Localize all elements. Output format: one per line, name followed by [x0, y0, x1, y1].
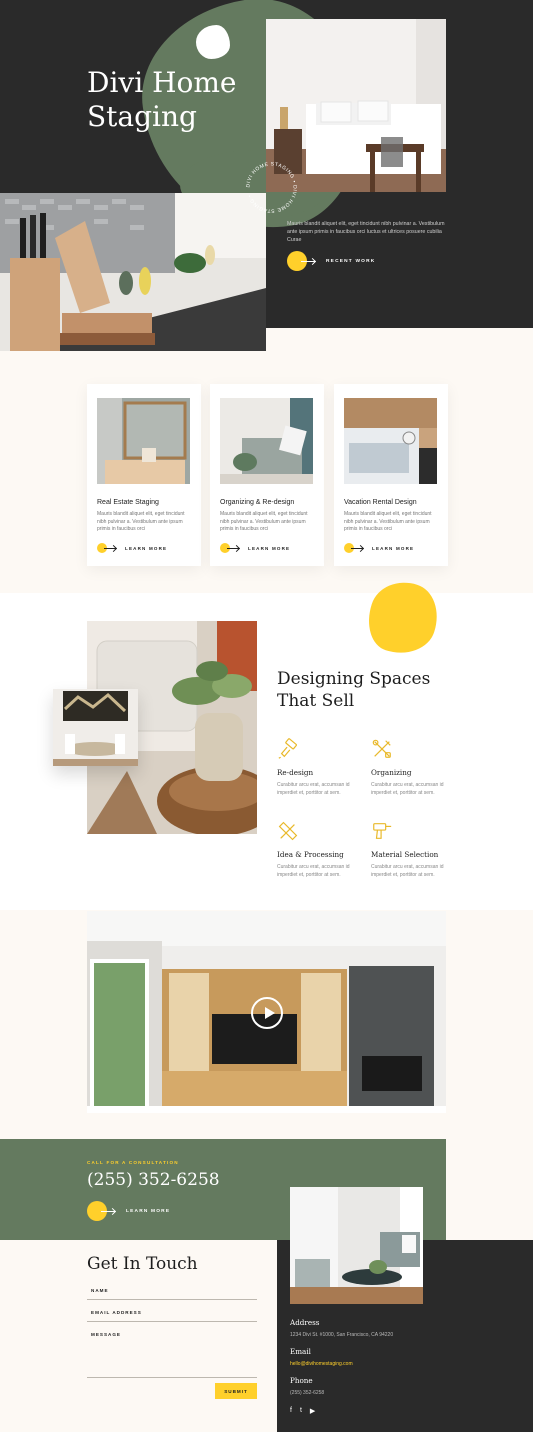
feature-title: Idea & Processing [277, 850, 344, 859]
feature-material-selection: Material Selection Curabitur arcu erat, … [371, 820, 461, 879]
feature-redesign: Re-design Curabitur arcu erat, accumsan … [277, 738, 367, 797]
feature-title: Material Selection [371, 850, 439, 859]
hero-title: Divi Home Staging [87, 66, 237, 133]
learn-more-label: LEARN MORE [126, 1208, 171, 1214]
service-card-organizing: Organizing & Re-design Mauris blandit al… [210, 384, 324, 566]
vacation-rental-image [344, 398, 437, 484]
address-label: Address [290, 1318, 320, 1327]
feature-text: Curabitur arcu erat, accumsan id imperdi… [277, 864, 350, 878]
social-links: f t ▶ [290, 1407, 315, 1415]
name-field[interactable]: NAME [87, 1285, 257, 1300]
service-title: Vacation Rental Design [344, 499, 417, 506]
email-link[interactable]: hello@divihomestaging.com [290, 1361, 353, 1367]
learn-more-button[interactable]: LEARN MORE [97, 543, 167, 553]
hero-paragraph: Mauris blandit aliquet elit, eget tincid… [287, 221, 445, 243]
organizing-image [220, 398, 313, 484]
recent-work-label: RECENT WORK [326, 258, 376, 264]
arrow-right-icon [101, 1210, 115, 1212]
service-text: Mauris blandit aliquet elit, eget tincid… [97, 511, 185, 532]
phone-value: (255) 352-6258 [290, 1390, 325, 1396]
consultation-learn-more-button[interactable]: LEARN MORE [87, 1201, 170, 1221]
learn-more-button[interactable]: LEARN MORE [220, 543, 290, 553]
arrow-right-icon [351, 547, 363, 549]
email-field[interactable]: EMAIL ADDRESS [87, 1307, 257, 1322]
arrow-right-icon [104, 547, 116, 549]
learn-more-label: LEARN MORE [372, 545, 415, 551]
consultation-kicker: CALL FOR A CONSULTATION [87, 1160, 179, 1165]
kitchen-image [0, 193, 266, 351]
feature-title: Re-design [277, 768, 314, 777]
play-button[interactable] [251, 997, 283, 1029]
arrow-right-icon [301, 260, 315, 262]
living-area-image [290, 1187, 423, 1304]
tools-icon [372, 739, 391, 758]
contact-title: Get In Touch [87, 1254, 198, 1274]
feature-text: Curabitur arcu erat, accumsan id imperdi… [371, 782, 444, 796]
pencil-ruler-icon [278, 821, 298, 841]
real-estate-image [97, 398, 190, 484]
service-card-real-estate: Real Estate Staging Mauris blandit aliqu… [87, 384, 201, 566]
submit-button[interactable]: SUBMIT [215, 1383, 257, 1399]
learn-more-label: LEARN MORE [125, 545, 168, 551]
consultation-phone: (255) 352-6258 [87, 1170, 220, 1190]
service-title: Real Estate Staging [97, 499, 159, 506]
svg-text:DIVI HOME STAGING • DIVI HOME: DIVI HOME STAGING • DIVI HOME STAGING • [245, 161, 297, 213]
dining-room-image [53, 689, 138, 766]
circular-brand-text: DIVI HOME STAGING • DIVI HOME STAGING • [244, 160, 299, 215]
feature-idea-processing: Idea & Processing Curabitur arcu erat, a… [277, 820, 367, 879]
service-card-vacation-rental: Vacation Rental Design Mauris blandit al… [334, 384, 448, 566]
address-value: 1234 Divi St. #1000, San Francisco, CA 9… [290, 1332, 394, 1338]
phone-label: Phone [290, 1376, 313, 1385]
paint-roller-icon [278, 738, 297, 759]
youtube-icon[interactable]: ▶ [310, 1407, 315, 1415]
drill-icon [373, 823, 392, 839]
twitter-icon[interactable]: t [300, 1407, 302, 1415]
feature-organizing: Organizing Curabitur arcu erat, accumsan… [371, 738, 461, 797]
white-blob-shape [196, 25, 230, 59]
feature-title: Organizing [371, 768, 412, 777]
learn-more-label: LEARN MORE [248, 545, 291, 551]
learn-more-button[interactable]: LEARN MORE [344, 543, 414, 553]
service-title: Organizing & Re-design [220, 499, 295, 506]
recent-work-button[interactable]: RECENT WORK [287, 251, 375, 271]
service-text: Mauris blandit aliquet elit, eget tincid… [220, 511, 308, 532]
email-label: Email [290, 1347, 311, 1356]
facebook-icon[interactable]: f [290, 1407, 292, 1415]
design-section-title: Designing Spaces That Sell [277, 669, 431, 711]
feature-text: Curabitur arcu erat, accumsan id imperdi… [277, 782, 350, 796]
arrow-right-icon [227, 547, 239, 549]
message-field[interactable]: MESSAGE [87, 1329, 257, 1378]
service-text: Mauris blandit aliquet elit, eget tincid… [344, 511, 432, 532]
feature-text: Curabitur arcu erat, accumsan id imperdi… [371, 864, 444, 878]
